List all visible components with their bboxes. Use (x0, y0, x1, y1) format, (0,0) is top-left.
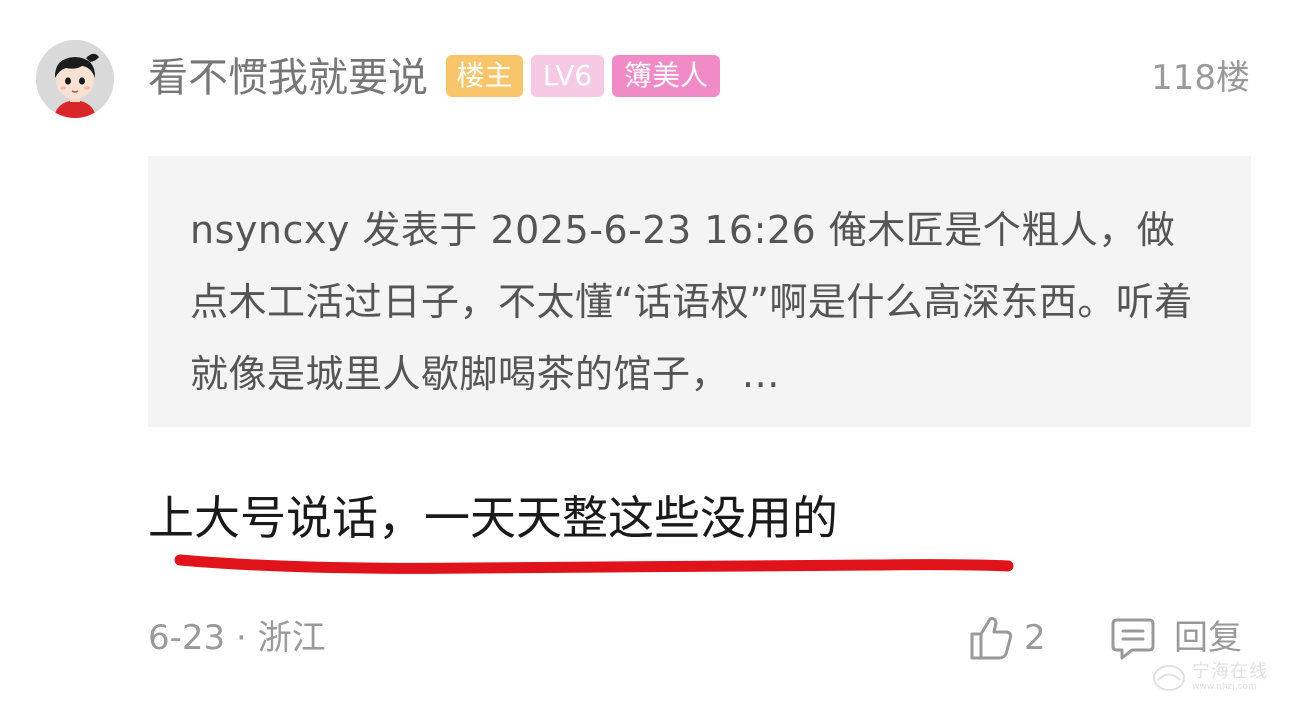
watermark-url: www.nhzj.com (1192, 682, 1257, 692)
quoted-post[interactable]: nsyncxy 发表于 2025-6-23 16:26 俺木匠是个粗人，做点木工… (148, 156, 1251, 427)
reply-button[interactable]: 回复 (1110, 612, 1242, 664)
thumbs-up-icon (970, 617, 1013, 660)
author-name[interactable]: 看不惯我就要说 (148, 56, 428, 100)
post-body: 上大号说话，一天天整这些没用的 (148, 491, 838, 545)
user-avatar[interactable] (36, 40, 114, 118)
cartoon-avatar-icon (36, 40, 114, 118)
nhzx-logo-icon (1153, 664, 1185, 691)
watermark-title: 宁海在线 (1192, 661, 1268, 682)
red-underline-annotation (174, 554, 1014, 574)
reply-label: 回复 (1174, 618, 1242, 658)
title-badge: 簿美人 (612, 55, 720, 97)
level-badge: LV6 (531, 55, 604, 97)
owner-badge: 楼主 (446, 55, 523, 97)
post-meta: 6-23 · 浙江 (148, 618, 326, 658)
floor-number: 118楼 (1151, 58, 1250, 98)
site-watermark: 宁海在线 www.nhzj.com (1152, 662, 1268, 693)
quoted-text: nsyncxy 发表于 2025-6-23 16:26 俺木匠是个粗人，做点木工… (190, 208, 1193, 396)
like-button[interactable]: 2 (968, 612, 1046, 664)
comment-bubble-icon (1111, 618, 1155, 660)
like-count: 2 (1024, 618, 1046, 658)
